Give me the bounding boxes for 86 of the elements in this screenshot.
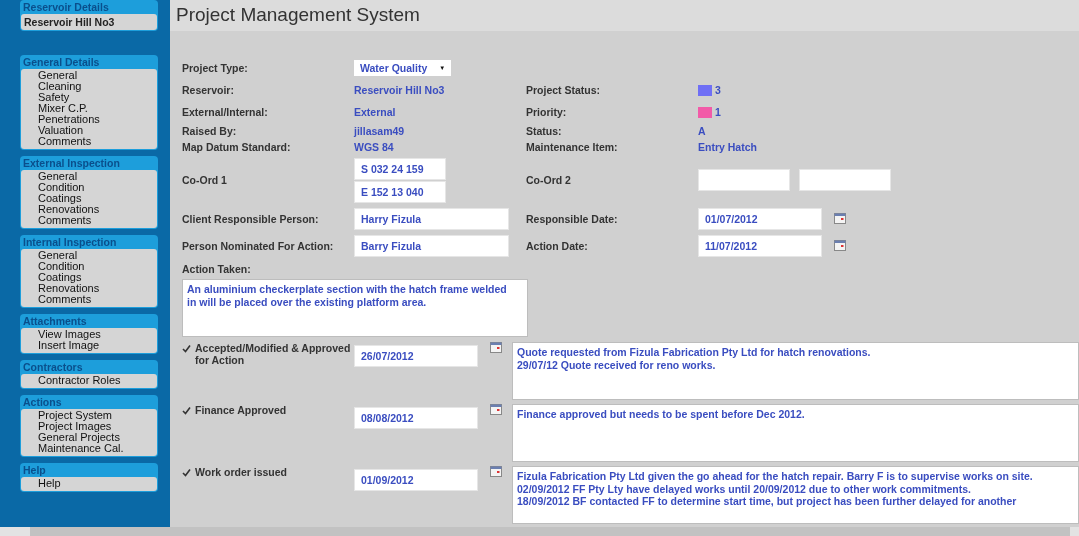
sidebar-link[interactable]: Renovations bbox=[38, 204, 100, 215]
notes-textarea[interactable]: Fizula Fabrication Pty Ltd given the go ahead for the hatch repair. Barry F is to supervise works on site. 02/09/2012 FF Pty Lty have delayed works until 20/09/2012 due to other work commitments. 18/09/2012 BF contacted FF to determine start time, but project has been further delayed for another bbox=[512, 466, 1079, 524]
horizontal-scrollbar[interactable] bbox=[0, 527, 1079, 536]
date-field[interactable]: 26/07/2012 bbox=[354, 345, 478, 367]
sidebar-link[interactable]: Penetrations bbox=[38, 114, 100, 125]
checkbox[interactable] bbox=[182, 406, 191, 415]
step-checkbox-label[interactable]: Finance Approved bbox=[182, 404, 354, 416]
person-field[interactable]: Barry Fizula bbox=[354, 234, 509, 257]
field-label: Maintenance Item: bbox=[526, 141, 619, 153]
action-taken-textarea[interactable]: An aluminium checkerplate section with the hatch frame welded in will be placed over the existing platform area. bbox=[182, 279, 528, 337]
field-label: Project Status: bbox=[526, 84, 602, 96]
notes-textarea[interactable]: Quote requested from Fizula Fabrication Pty Ltd for hatch renovations. 29/07/12 Quote received for reno works. bbox=[512, 342, 1079, 400]
sidebar-link[interactable]: Contractor Roles bbox=[38, 375, 121, 386]
date-field[interactable]: 08/08/2012 bbox=[354, 407, 478, 429]
coordinate-field[interactable]: S 032 24 159 bbox=[354, 157, 446, 180]
date-field[interactable]: 11/07/2012 bbox=[698, 234, 822, 257]
checkbox[interactable] bbox=[182, 344, 191, 353]
calendar-icon[interactable] bbox=[834, 240, 846, 251]
date-field[interactable]: 01/07/2012 bbox=[698, 207, 822, 230]
field-label: External/Internal: bbox=[182, 106, 269, 118]
step-checkbox-label[interactable]: Accepted/Modified & Approved for Action bbox=[182, 342, 354, 366]
field-label: Reservoir: bbox=[182, 84, 235, 96]
sidebar-heading: Attachments bbox=[22, 314, 88, 328]
sidebar-link[interactable]: Insert Image bbox=[38, 340, 100, 351]
step-checkbox-label[interactable]: Work order issued bbox=[182, 466, 354, 478]
field-value: 1 bbox=[715, 106, 721, 118]
sidebar-heading: Reservoir Details bbox=[22, 0, 110, 14]
field-label: Co-Ord 2 bbox=[526, 174, 572, 186]
page-title: Project Management System bbox=[176, 3, 420, 27]
sidebar-link[interactable]: General bbox=[38, 70, 78, 81]
sidebar-link[interactable]: Comments bbox=[38, 215, 92, 226]
sidebar-link[interactable]: Comments bbox=[38, 136, 92, 147]
sidebar-link[interactable]: Condition bbox=[38, 182, 85, 193]
notes-textarea[interactable]: Finance approved but needs to be spent before Dec 2012. bbox=[512, 404, 1079, 462]
field-label: Client Responsible Person: bbox=[182, 212, 320, 225]
field-label: Action Date: bbox=[526, 239, 589, 252]
field-label: Person Nominated For Action: bbox=[182, 239, 335, 252]
field-value: A bbox=[698, 125, 706, 137]
sidebar-heading: Actions bbox=[22, 395, 63, 409]
field-value: 3 bbox=[715, 84, 721, 96]
sidebar-link[interactable]: Mixer C.P. bbox=[38, 103, 88, 114]
field-value: WGS 84 bbox=[354, 141, 395, 153]
sidebar-link[interactable]: Coatings bbox=[38, 272, 82, 283]
checkbox[interactable] bbox=[182, 468, 191, 477]
sidebar-heading: Internal Inspection bbox=[22, 235, 118, 249]
reservoir-name: Reservoir Hill No3 bbox=[21, 14, 157, 30]
sidebar-heading: General Details bbox=[22, 55, 101, 69]
sidebar-link[interactable]: Condition bbox=[38, 261, 85, 272]
coordinate-field[interactable]: E 152 13 040 bbox=[354, 180, 446, 203]
sidebar-heading: Help bbox=[22, 463, 47, 477]
sidebar-link[interactable]: Coatings bbox=[38, 193, 82, 204]
calendar-icon[interactable] bbox=[490, 466, 502, 477]
field-label: Action Taken: bbox=[182, 263, 252, 275]
sidebar-link[interactable]: Valuation bbox=[38, 125, 84, 136]
sidebar-link[interactable]: Comments bbox=[38, 294, 92, 305]
calendar-icon[interactable] bbox=[834, 213, 846, 224]
sidebar-link[interactable]: Safety bbox=[38, 92, 70, 103]
field-label: Project Type: bbox=[182, 62, 249, 74]
coordinate-field[interactable] bbox=[799, 169, 891, 191]
field-value: Reservoir Hill No3 bbox=[354, 84, 446, 96]
field-label: Priority: bbox=[526, 106, 568, 118]
calendar-icon[interactable] bbox=[490, 342, 502, 353]
sidebar-link[interactable]: General bbox=[38, 171, 78, 182]
coordinate-field[interactable] bbox=[698, 169, 790, 191]
sidebar-link[interactable]: General Projects bbox=[38, 432, 120, 443]
person-field[interactable]: Harry Fizula bbox=[354, 207, 509, 230]
date-field[interactable]: 01/09/2012 bbox=[354, 469, 478, 491]
sidebar-link[interactable]: Renovations bbox=[38, 283, 100, 294]
sidebar-heading: External Inspection bbox=[22, 156, 121, 170]
sidebar-link[interactable]: Cleaning bbox=[38, 81, 82, 92]
field-value: jillasam49 bbox=[354, 125, 406, 137]
sidebar-heading: Contractors bbox=[22, 360, 84, 374]
sidebar-link[interactable]: General bbox=[38, 250, 78, 261]
field-label: Responsible Date: bbox=[526, 212, 619, 225]
sidebar-link[interactable]: View Images bbox=[38, 329, 101, 340]
sidebar-link[interactable]: Maintenance Cal. bbox=[38, 443, 124, 454]
sidebar-link[interactable]: Project Images bbox=[38, 421, 112, 432]
sidebar-link[interactable]: Help bbox=[38, 478, 61, 489]
field-label: Raised By: bbox=[182, 125, 238, 137]
calendar-icon[interactable] bbox=[490, 404, 502, 415]
field-label: Status: bbox=[526, 125, 563, 137]
field-value: Entry Hatch bbox=[698, 141, 757, 153]
field-value: External bbox=[354, 106, 397, 118]
sidebar-link[interactable]: Project System bbox=[38, 410, 112, 421]
field-label: Co-Ord 1 bbox=[182, 174, 228, 186]
field-label: Map Datum Standard: bbox=[182, 141, 292, 153]
